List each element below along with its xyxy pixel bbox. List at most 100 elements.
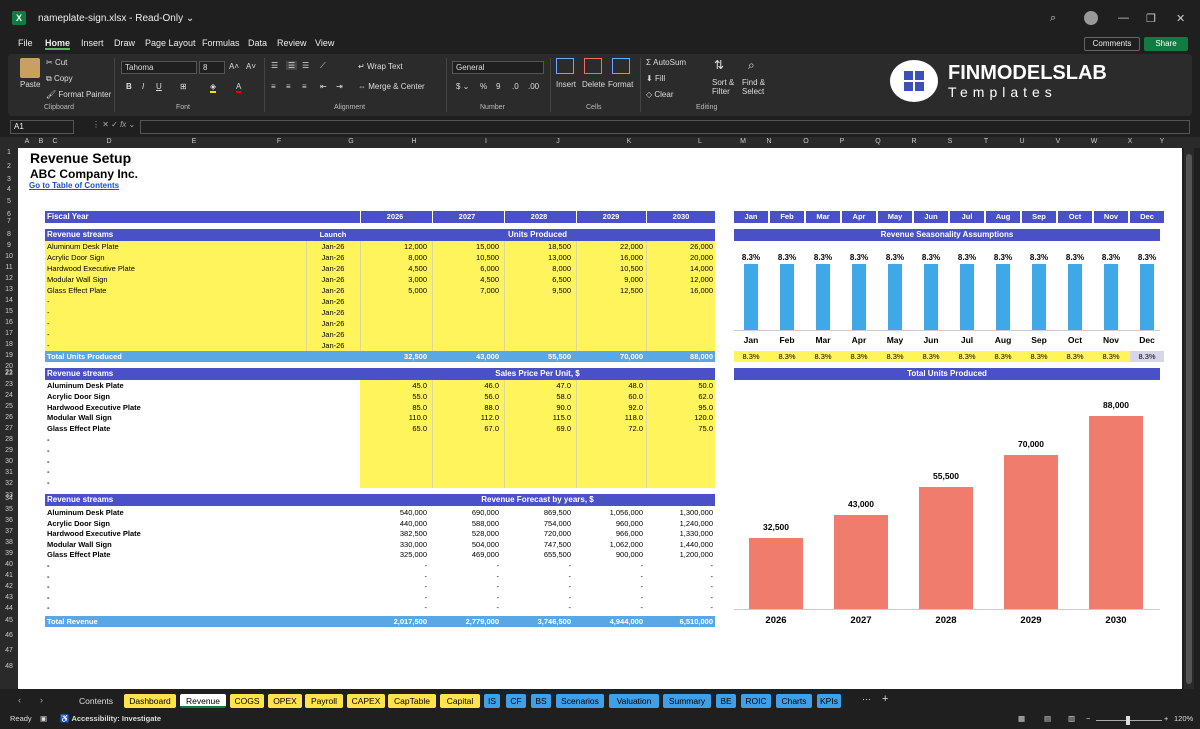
- row-header-16[interactable]: 16: [0, 319, 18, 326]
- row-header-18[interactable]: 18: [0, 341, 18, 348]
- row-header-13[interactable]: 13: [0, 286, 18, 293]
- row-header-7[interactable]: 7: [0, 218, 18, 225]
- sheet-tab[interactable]: CF: [506, 694, 526, 708]
- column-header-p[interactable]: P: [824, 138, 860, 145]
- zoom-level[interactable]: 120%: [1174, 714, 1193, 723]
- sheet-tab[interactable]: Contents: [72, 694, 120, 708]
- fx-icon[interactable]: ⋮ ✕ ✓ fx ⌄: [92, 120, 144, 134]
- row-header-47[interactable]: 47: [0, 647, 18, 654]
- column-header-m[interactable]: M: [736, 138, 750, 145]
- increase-decimal-icon[interactable]: .0: [512, 82, 519, 91]
- format-cells-icon[interactable]: [612, 58, 630, 74]
- row-header-37[interactable]: 37: [0, 528, 18, 535]
- column-header-i[interactable]: I: [450, 138, 522, 145]
- row-header-6[interactable]: 6: [0, 211, 18, 218]
- orientation-icon[interactable]: ⟋: [320, 61, 326, 71]
- underline-icon[interactable]: U: [156, 82, 162, 91]
- sort-filter-icon[interactable]: ⇅: [714, 58, 724, 72]
- merge-center-button[interactable]: ⇔ Merge & Center: [358, 82, 425, 91]
- decrease-font-icon[interactable]: A˅: [246, 62, 256, 71]
- page-break-view-icon[interactable]: ▥: [1068, 714, 1075, 723]
- column-header-b[interactable]: B: [36, 138, 46, 145]
- column-header-w[interactable]: W: [1076, 138, 1112, 145]
- align-left-icon[interactable]: ≡: [271, 82, 276, 91]
- cut-button[interactable]: ✂ Cut: [46, 58, 67, 67]
- column-header-h[interactable]: H: [378, 138, 450, 145]
- row-header-36[interactable]: 36: [0, 517, 18, 524]
- column-header-g[interactable]: G: [324, 138, 378, 145]
- row-header-27[interactable]: 27: [0, 425, 18, 432]
- menu-view[interactable]: View: [315, 38, 334, 48]
- more-tabs-icon[interactable]: ⋯: [862, 694, 871, 705]
- menu-review[interactable]: Review: [277, 38, 307, 48]
- sheet-tab[interactable]: Charts: [776, 694, 812, 708]
- sheet-tab[interactable]: ROIC: [741, 694, 771, 708]
- row-header-14[interactable]: 14: [0, 297, 18, 304]
- macro-icon[interactable]: ▣: [40, 714, 47, 723]
- row-header-40[interactable]: 40: [0, 561, 18, 568]
- sheet-tab[interactable]: COGS: [230, 694, 264, 708]
- outdent-icon[interactable]: ⇥: [336, 82, 343, 91]
- row-header-42[interactable]: 42: [0, 583, 18, 590]
- sheet-tab[interactable]: BE: [716, 694, 736, 708]
- row-header-9[interactable]: 9: [0, 242, 18, 249]
- insert-cells-icon[interactable]: [556, 58, 574, 74]
- paste-button[interactable]: Paste: [20, 80, 40, 89]
- row-header-12[interactable]: 12: [0, 275, 18, 282]
- toc-link[interactable]: Go to Table of Contents: [29, 181, 119, 190]
- minimize-icon[interactable]: —: [1118, 12, 1129, 24]
- align-top-icon[interactable]: ☰: [271, 61, 278, 70]
- column-header-s[interactable]: S: [932, 138, 968, 145]
- row-header-30[interactable]: 30: [0, 458, 18, 465]
- worksheet[interactable]: Revenue Setup ABC Company Inc. Go to Tab…: [18, 148, 1182, 689]
- font-size-select[interactable]: 8: [199, 61, 225, 74]
- row-header-32[interactable]: 32: [0, 480, 18, 487]
- column-header-q[interactable]: Q: [860, 138, 896, 145]
- zoom-in-icon[interactable]: +: [1164, 714, 1168, 723]
- delete-button[interactable]: Delete: [582, 80, 605, 89]
- number-format-select[interactable]: General: [452, 61, 544, 74]
- comma-icon[interactable]: 9: [496, 82, 500, 91]
- decrease-decimal-icon[interactable]: .00: [528, 82, 539, 91]
- restore-icon[interactable]: ❐: [1146, 12, 1156, 25]
- row-header-41[interactable]: 41: [0, 572, 18, 579]
- sheet-tab[interactable]: Summary: [663, 694, 711, 708]
- font-name-select[interactable]: Tahoma: [121, 61, 197, 74]
- column-header-f[interactable]: F: [234, 138, 324, 145]
- column-header-c[interactable]: C: [46, 138, 64, 145]
- autosum-button[interactable]: Σ AutoSum: [646, 58, 686, 67]
- sheet-tab[interactable]: OPEX: [268, 694, 302, 708]
- column-header-j[interactable]: J: [522, 138, 594, 145]
- row-header-38[interactable]: 38: [0, 539, 18, 546]
- row-header-34[interactable]: 34: [0, 495, 18, 502]
- row-header-24[interactable]: 24: [0, 392, 18, 399]
- sheet-tab[interactable]: Payroll: [305, 694, 343, 708]
- name-box[interactable]: A1: [10, 120, 74, 134]
- sheet-tab[interactable]: Revenue: [180, 694, 226, 708]
- align-bottom-icon[interactable]: ☰: [302, 61, 309, 70]
- delete-cells-icon[interactable]: [584, 58, 602, 74]
- column-header-l[interactable]: L: [664, 138, 736, 145]
- find-select-icon[interactable]: ⌕: [748, 58, 755, 73]
- menu-data[interactable]: Data: [248, 38, 267, 48]
- tab-next-icon[interactable]: ›: [40, 695, 43, 705]
- close-icon[interactable]: ✕: [1176, 12, 1185, 25]
- avatar[interactable]: [1084, 11, 1098, 25]
- wrap-text-button[interactable]: ↵ Wrap Text: [358, 62, 403, 71]
- menu-insert[interactable]: Insert: [81, 38, 104, 48]
- row-header-2[interactable]: 2: [0, 163, 18, 170]
- sheet-tab[interactable]: Valuation: [609, 694, 659, 708]
- row-header-46[interactable]: 46: [0, 632, 18, 639]
- italic-icon[interactable]: I: [142, 82, 144, 91]
- row-header-35[interactable]: 35: [0, 506, 18, 513]
- menu-home[interactable]: Home: [45, 38, 71, 50]
- sheet-tab[interactable]: BS: [531, 694, 551, 708]
- row-header-10[interactable]: 10: [0, 253, 18, 260]
- add-sheet-icon[interactable]: +: [882, 693, 888, 705]
- menu-formulas[interactable]: Formulas: [202, 38, 240, 48]
- column-header-u[interactable]: U: [1004, 138, 1040, 145]
- row-header-39[interactable]: 39: [0, 550, 18, 557]
- zoom-slider-thumb[interactable]: [1126, 716, 1130, 725]
- sheet-tab[interactable]: Dashboard: [124, 694, 176, 708]
- row-header-31[interactable]: 31: [0, 469, 18, 476]
